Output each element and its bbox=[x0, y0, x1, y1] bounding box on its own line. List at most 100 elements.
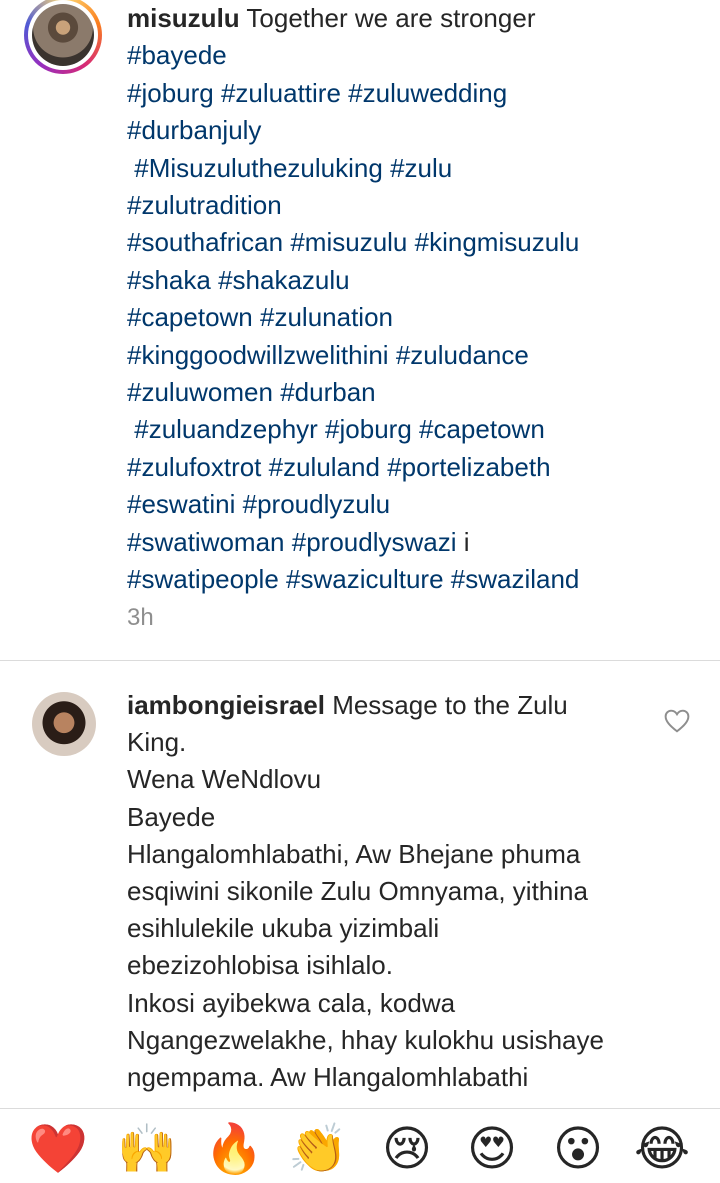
caption-text bbox=[318, 414, 325, 444]
caption-line: #durbanjuly bbox=[127, 112, 707, 149]
comment: iambongieisrael Message to the Zulu King.… bbox=[0, 661, 720, 1108]
caption-text bbox=[444, 564, 451, 594]
hashtag-link[interactable]: #proudlyzulu bbox=[243, 489, 390, 519]
comment-text: iambongieisrael Message to the Zulu King.… bbox=[127, 687, 647, 1096]
caption-text bbox=[261, 452, 268, 482]
comment-line: King. bbox=[127, 724, 647, 761]
caption-line: #swatipeople #swaziculture #swaziland bbox=[127, 561, 707, 598]
hashtag-link[interactable]: #zuluattire bbox=[221, 78, 341, 108]
hashtag-link[interactable]: #portelizabeth bbox=[387, 452, 550, 482]
hashtag-link[interactable]: #zulu bbox=[390, 153, 452, 183]
comment-body-text: Wena WeNdlovu bbox=[127, 764, 322, 795]
hashtag-link[interactable]: #shaka bbox=[127, 265, 211, 295]
caption-line: #shaka #shakazulu bbox=[127, 262, 707, 299]
comment-line: Inkosi ayibekwa cala, kodwa bbox=[127, 985, 647, 1022]
hashtag-link[interactable]: #southafrican bbox=[127, 227, 283, 257]
heart-eyes-emoji[interactable]: 😍 bbox=[462, 1121, 522, 1177]
caption-text: Together we are stronger bbox=[239, 3, 536, 33]
post-username[interactable]: misuzulu bbox=[127, 3, 240, 33]
avatar-frame bbox=[28, 0, 98, 70]
comment-line: Hlangalomhlabathi, Aw Bhejane phuma bbox=[127, 836, 647, 873]
crying-face-emoji[interactable]: 😢 bbox=[377, 1121, 437, 1177]
caption-line: #zuluwomen #durban bbox=[127, 374, 707, 411]
comment-body-text: King. bbox=[127, 727, 187, 758]
caption-text bbox=[383, 153, 390, 183]
caption-line: #southafrican #misuzulu #kingmisuzulu bbox=[127, 224, 707, 261]
story-avatar-ring[interactable] bbox=[24, 0, 102, 74]
comment-body-text: Hlangalomhlabathi, Aw Bhejane phuma bbox=[127, 838, 581, 869]
hashtag-link[interactable]: #zulutradition bbox=[127, 190, 282, 220]
comment-body-text: esqiwini sikonile Zulu Omnyama, yithina bbox=[127, 876, 588, 907]
hashtag-link[interactable]: #zululand bbox=[269, 452, 380, 482]
comment-line: Ngangezwelakhe, hhay kulokhu usishaye bbox=[127, 1022, 647, 1059]
comment-line: esihlulekile ukuba yizimbali bbox=[127, 910, 647, 947]
fire-emoji[interactable]: 🔥 bbox=[204, 1121, 264, 1177]
hashtag-link[interactable]: #durbanjuly bbox=[127, 115, 261, 145]
caption-line: #capetown #zulunation bbox=[127, 299, 707, 336]
caption-line: #zuluandzephyr #joburg #capetown bbox=[127, 411, 707, 448]
hashtag-link[interactable]: #shakazulu bbox=[218, 265, 350, 295]
comment-body-text: ngempama. Aw Hlangalomhlabathi bbox=[127, 1062, 529, 1093]
comment-author-avatar[interactable] bbox=[32, 692, 96, 756]
caption-text bbox=[235, 489, 242, 519]
comment-line: esqiwini sikonile Zulu Omnyama, yithina bbox=[127, 873, 647, 910]
hashtag-link[interactable]: #zulunation bbox=[260, 302, 393, 332]
hashtag-link[interactable]: #swaziculture bbox=[286, 564, 444, 594]
comment-body-text: Bayede bbox=[127, 801, 216, 832]
hashtag-link[interactable]: #proudlyswazi bbox=[292, 527, 457, 557]
post-caption: misuzulu Together we are stronger #bayede… bbox=[127, 0, 707, 599]
caption-line: #zulufoxtrot #zululand #portelizabeth bbox=[127, 449, 707, 486]
hashtag-link[interactable]: #zulufoxtrot bbox=[127, 452, 261, 482]
hashtag-link[interactable]: #zuluandzephyr bbox=[134, 414, 318, 444]
hashtag-link[interactable]: #eswatini bbox=[127, 489, 235, 519]
caption-text bbox=[407, 227, 414, 257]
hashtag-link[interactable]: #swaziland bbox=[451, 564, 580, 594]
red-heart-emoji[interactable]: ❤️ bbox=[28, 1121, 88, 1177]
comment-username[interactable]: iambongieisrael bbox=[127, 690, 325, 720]
hashtag-link[interactable]: #bayede bbox=[127, 40, 227, 70]
caption-line: #swatiwoman #proudlyswazi i bbox=[127, 524, 707, 561]
hashtag-link[interactable]: #kingmisuzulu bbox=[415, 227, 580, 257]
comment-line: Wena WeNdlovu bbox=[127, 761, 647, 798]
comment-body-text: Inkosi ayibekwa cala, kodwa bbox=[127, 987, 456, 1018]
caption-text bbox=[253, 302, 260, 332]
caption-line: #zulutradition bbox=[127, 187, 707, 224]
hashtag-link[interactable]: #zuluwomen bbox=[127, 377, 273, 407]
hashtag-link[interactable]: #joburg bbox=[127, 78, 214, 108]
comment-line: ngempama. Aw Hlangalomhlabathi bbox=[127, 1059, 647, 1096]
comment-body-text: ebezizohlobisa isihlalo. bbox=[127, 950, 393, 981]
comment-body-text: esihlulekile ukuba yizimbali bbox=[127, 913, 440, 944]
comment-body-text: Message to the Zulu bbox=[324, 690, 568, 720]
hashtag-link[interactable]: #zuluwedding bbox=[348, 78, 507, 108]
post-author-avatar[interactable] bbox=[32, 4, 94, 66]
surprised-face-emoji[interactable]: 😮 bbox=[548, 1121, 608, 1177]
caption-line: #eswatini #proudlyzulu bbox=[127, 486, 707, 523]
caption-text bbox=[279, 564, 286, 594]
caption-line: #joburg #zuluattire #zuluwedding bbox=[127, 75, 707, 112]
comment-line: ebezizohlobisa isihlalo. bbox=[127, 947, 647, 984]
hashtag-link[interactable]: #misuzulu bbox=[290, 227, 407, 257]
hashtag-link[interactable]: #zuludance bbox=[396, 340, 529, 370]
comment-line: iambongieisrael Message to the Zulu bbox=[127, 687, 647, 724]
caption-line: #bayede bbox=[127, 37, 707, 74]
caption-text bbox=[389, 340, 396, 370]
caption-text bbox=[214, 78, 221, 108]
hashtag-link[interactable]: #kinggoodwillzwelithini bbox=[127, 340, 389, 370]
clapping-hands-emoji[interactable]: 👏 bbox=[288, 1121, 348, 1177]
hashtag-link[interactable]: #joburg bbox=[325, 414, 412, 444]
hashtag-link[interactable]: #capetown bbox=[419, 414, 545, 444]
post-caption-block: misuzulu Together we are stronger #bayede… bbox=[0, 0, 720, 660]
hashtag-link[interactable]: #durban bbox=[280, 377, 375, 407]
hashtag-link[interactable]: #Misuzuluthezuluking bbox=[134, 153, 383, 183]
caption-text bbox=[211, 265, 218, 295]
caption-text bbox=[285, 527, 292, 557]
hashtag-link[interactable]: #swatipeople bbox=[127, 564, 279, 594]
caption-line: misuzulu Together we are stronger bbox=[127, 0, 707, 37]
hashtag-link[interactable]: #swatiwoman bbox=[127, 527, 285, 557]
caption-line: #kinggoodwillzwelithini #zuludance bbox=[127, 337, 707, 374]
hashtag-link[interactable]: #capetown bbox=[127, 302, 253, 332]
caption-text: i bbox=[456, 526, 470, 557]
tears-of-joy-emoji[interactable]: 😂 bbox=[632, 1121, 692, 1177]
heart-outline-icon[interactable] bbox=[664, 709, 690, 733]
raising-hands-emoji[interactable]: 🙌 bbox=[117, 1121, 177, 1177]
